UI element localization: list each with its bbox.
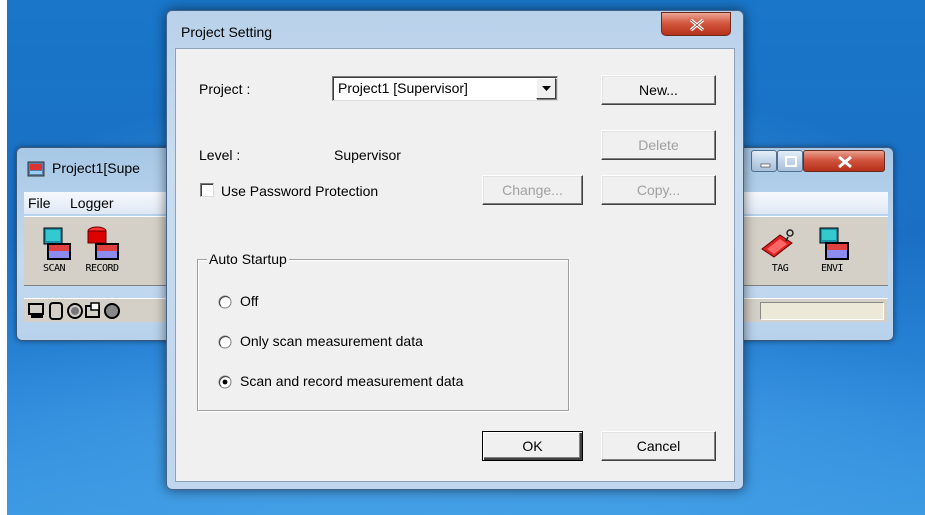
record-label: RECORD [85,263,119,274]
radio-only-scan[interactable] [218,335,232,349]
copy-button[interactable]: Copy... [601,175,716,205]
project-select-value: Project1 [Supervisor] [338,80,468,96]
radio-scan-and-record[interactable] [218,375,232,389]
project-label: Project : [199,81,251,97]
radio-only-scan-label: Only scan measurement data [240,333,423,349]
dialog-body: Project : Project1 [Supervisor] New... L… [175,48,735,482]
radio-off-label: Off [240,293,259,309]
change-button[interactable]: Change... [482,175,583,205]
project-select-dropdown-button[interactable] [536,78,556,99]
auto-startup-title: Auto Startup [207,251,289,267]
status-icons [28,302,120,320]
record-tool-button[interactable]: RECORD [78,225,126,281]
record-icon [87,226,119,260]
project-setting-dialog: Project Setting Project : Project1 [Supe… [166,10,744,490]
cancel-button[interactable]: Cancel [601,431,716,461]
use-password-label: Use Password Protection [221,183,379,199]
app-window-title: Project1[Supe [52,160,140,176]
chevron-down-icon [542,86,551,91]
status-field [760,302,884,320]
menu-file[interactable]: File [28,195,51,211]
scan-icon [43,227,71,260]
use-password-checkbox[interactable] [200,183,214,197]
dialog-title: Project Setting [181,24,273,40]
menu-logger[interactable]: Logger [70,195,114,211]
auto-startup-group: Auto Startup Off Only scan measurement d… [197,251,569,411]
radio-scan-and-record-label: Scan and record measurement data [240,373,464,389]
app-icon [27,161,45,177]
dialog-close-button[interactable] [661,12,731,36]
envi-icon [819,227,849,260]
ok-button[interactable]: OK [482,431,583,461]
project-select[interactable]: Project1 [Supervisor] [332,76,558,101]
envi-label: ENVI [820,263,844,274]
close-icon [838,155,852,169]
new-button[interactable]: New... [601,75,716,105]
close-icon [689,18,705,32]
scan-label: SCAN [42,263,66,274]
scan-tool-button[interactable]: SCAN [30,225,78,281]
minimize-button[interactable] [751,150,777,172]
app-close-button[interactable] [803,150,885,172]
delete-button[interactable]: Delete [601,130,716,160]
radio-off[interactable] [218,295,232,309]
tag-tool-button[interactable]: TAG [756,225,804,281]
level-value: Supervisor [334,147,401,163]
level-label: Level : [199,147,241,163]
envi-tool-button[interactable]: ENVI [808,225,856,281]
maximize-button[interactable] [777,150,803,172]
tag-icon [761,229,794,258]
radio-selected-dot [222,379,228,385]
tag-label: TAG [771,263,789,274]
